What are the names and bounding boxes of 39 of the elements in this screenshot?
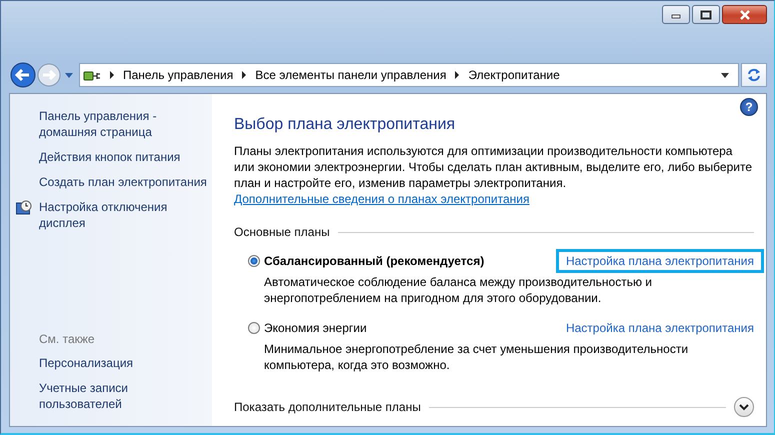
refresh-icon	[746, 67, 762, 83]
refresh-button[interactable]	[741, 63, 767, 87]
breadcrumb-item[interactable]: Все элементы панели управления	[255, 68, 446, 82]
page-title: Выбор плана электропитания	[234, 116, 456, 134]
more-info-link[interactable]: Дополнительные сведения о планах электропитания	[234, 191, 530, 207]
maximize-button[interactable]	[692, 5, 720, 24]
expand-button[interactable]	[734, 397, 754, 417]
close-icon	[738, 10, 752, 20]
minimize-button[interactable]	[662, 5, 690, 24]
section-heading: См. также	[38, 332, 96, 346]
address-bar[interactable]: Панель управления Все элементы панели управления Электропитание	[79, 63, 739, 87]
help-button[interactable]: ?	[740, 98, 758, 116]
maximize-icon	[700, 10, 712, 20]
dropdown-arrow-icon[interactable]	[720, 71, 730, 79]
intro-paragraph: Планы электропитания используются для оптимизации производительности компьютера или экономии электроэнергии. Чтобы сделать план активным, выделите его, либо выберите план и настройте его, изменив параметры электропитания. Дополнительные сведения о планах электропитания	[234, 143, 753, 207]
chevron-icon[interactable]	[454, 71, 460, 79]
plan-description: Автоматическое соблюдение баланса между производительностью и энергопотреблением на пригодном для этого оборудовании.	[264, 274, 654, 306]
sidebar-link[interactable]: Персонализация	[39, 355, 211, 371]
chevron-icon[interactable]	[109, 71, 115, 79]
close-button[interactable]	[722, 5, 767, 24]
show-more-plans-label: Показать дополнительные планы	[234, 400, 421, 414]
breadcrumb-item[interactable]: Панель управления	[123, 68, 234, 82]
plan-name[interactable]: Экономия энергии	[264, 321, 552, 335]
sidebar-link[interactable]: Учетные записи пользователей	[39, 380, 211, 412]
section-heading: Основные планы	[234, 225, 330, 239]
sidebar-link[interactable]: Настройка отключения дисплея	[39, 199, 211, 231]
sidebar-link[interactable]: Действия кнопок питания	[39, 149, 211, 165]
plan-name[interactable]: Сбалансированный (рекомендуется)	[264, 254, 552, 268]
monitor-clock-icon	[16, 200, 32, 216]
radio-button[interactable]	[248, 322, 260, 334]
radio-button[interactable]	[248, 255, 260, 267]
sidebar-link[interactable]: Создать план электропитания	[39, 174, 211, 190]
sidebar-link[interactable]: Панель управления - домашняя страница	[39, 108, 211, 140]
breadcrumb-item[interactable]: Электропитание	[468, 68, 560, 82]
chevron-down-icon	[738, 402, 750, 412]
chevron-icon[interactable]	[241, 71, 248, 79]
plan-description: Минимальное энергопотребление за счет уменьшения производительности компьютера, когда это возможно.	[264, 341, 690, 373]
plan-settings-link[interactable]: Настройка плана электропитания	[556, 316, 764, 340]
plan-settings-link[interactable]: Настройка плана электропитания	[556, 249, 764, 273]
